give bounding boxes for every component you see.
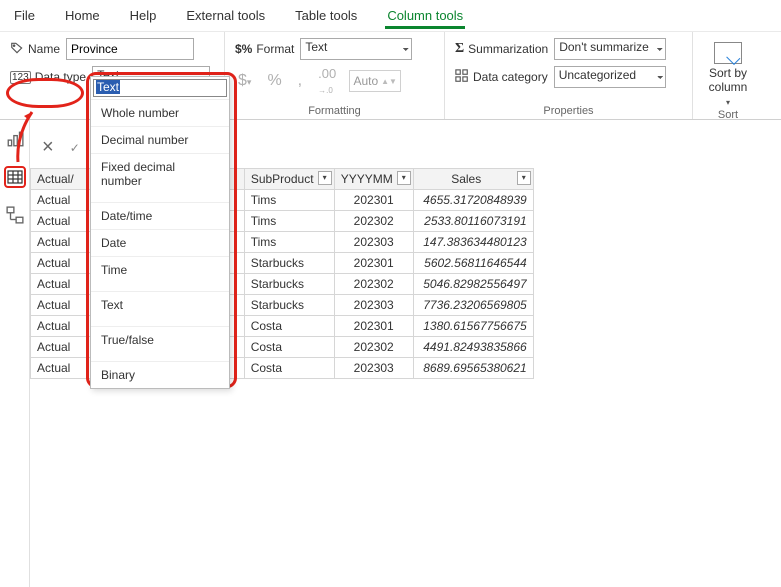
data-view-icon[interactable] xyxy=(4,166,26,188)
tab-help[interactable]: Help xyxy=(128,2,159,29)
sort-group-label: Sort xyxy=(703,108,753,121)
datatype-option[interactable]: Date xyxy=(91,229,229,256)
tab-column-tools[interactable]: Column tools xyxy=(385,2,465,29)
model-view-icon[interactable] xyxy=(4,204,26,226)
format-select[interactable]: Text xyxy=(300,38,412,60)
datatype-option[interactable]: Whole number xyxy=(91,99,229,126)
col-actual[interactable]: Actual/ xyxy=(37,172,74,186)
auto-button[interactable]: Auto▲▼ xyxy=(349,70,401,92)
ribbon-group-properties: Σ Summarization Don't summarize Data cat… xyxy=(445,32,693,119)
ribbon-group-sort: Sort by column ▾ Sort xyxy=(693,32,763,119)
col-yyyymm[interactable]: YYYYMM xyxy=(341,172,393,186)
decimals-button[interactable]: .00→.0 xyxy=(315,66,339,96)
datatype-dropdown: Text Whole numberDecimal numberFixed dec… xyxy=(90,76,230,389)
menu-tabs: File Home Help External tools Table tool… xyxy=(0,0,781,32)
datacategory-label: Data category xyxy=(455,69,548,86)
tab-home[interactable]: Home xyxy=(63,2,102,29)
datatype-option[interactable]: Text xyxy=(91,291,229,318)
datatype-option[interactable]: Time xyxy=(91,256,229,283)
chevron-down-icon: ▾ xyxy=(726,98,730,107)
datatype-dropdown-input[interactable]: Text xyxy=(93,79,227,97)
datatype-label: 123 Data type xyxy=(10,70,86,84)
sigma-icon: Σ xyxy=(455,41,464,57)
summarization-select[interactable]: Don't summarize xyxy=(554,38,666,60)
category-icon xyxy=(455,69,469,86)
ribbon-group-formatting: $% Format Text $▾ % , .00→.0 Auto▲▼ Form… xyxy=(225,32,445,119)
properties-group-label: Properties xyxy=(455,104,682,117)
sort-by-column-button[interactable]: Sort by column ▾ xyxy=(703,38,753,108)
col-subproduct[interactable]: SubProduct xyxy=(251,172,314,186)
filter-icon[interactable]: ▾ xyxy=(397,171,411,185)
filter-icon[interactable]: ▾ xyxy=(318,171,332,185)
percent-button[interactable]: % xyxy=(264,72,284,90)
name-label: Name xyxy=(10,41,60,58)
currency-button[interactable]: $▾ xyxy=(235,72,254,90)
formatting-group-label: Formatting xyxy=(235,104,434,117)
datatype-icon: 123 xyxy=(10,71,31,84)
col-sales[interactable]: Sales xyxy=(451,172,481,186)
thousands-button[interactable]: , xyxy=(295,72,305,90)
annotation-arrow xyxy=(14,106,44,166)
left-nav xyxy=(0,120,30,587)
datatype-option[interactable]: Date/time xyxy=(91,202,229,229)
filter-icon[interactable]: ▾ xyxy=(517,171,531,185)
datatype-option[interactable]: Binary xyxy=(91,361,229,388)
datatype-option[interactable]: True/false xyxy=(91,326,229,353)
datatype-option[interactable]: Decimal number xyxy=(91,126,229,153)
summarization-label: Σ Summarization xyxy=(455,41,548,57)
check-icon[interactable]: ✓ xyxy=(70,141,80,155)
tab-file[interactable]: File xyxy=(12,2,37,29)
name-input[interactable] xyxy=(66,38,194,60)
datacategory-select[interactable]: Uncategorized xyxy=(554,66,666,88)
format-label: $% Format xyxy=(235,42,294,56)
tab-external-tools[interactable]: External tools xyxy=(184,2,267,29)
tag-icon xyxy=(10,41,24,58)
tab-table-tools[interactable]: Table tools xyxy=(293,2,359,29)
sort-icon xyxy=(714,42,742,64)
format-icon: $% xyxy=(235,42,252,56)
datatype-option[interactable]: Fixed decimal number xyxy=(91,153,229,194)
